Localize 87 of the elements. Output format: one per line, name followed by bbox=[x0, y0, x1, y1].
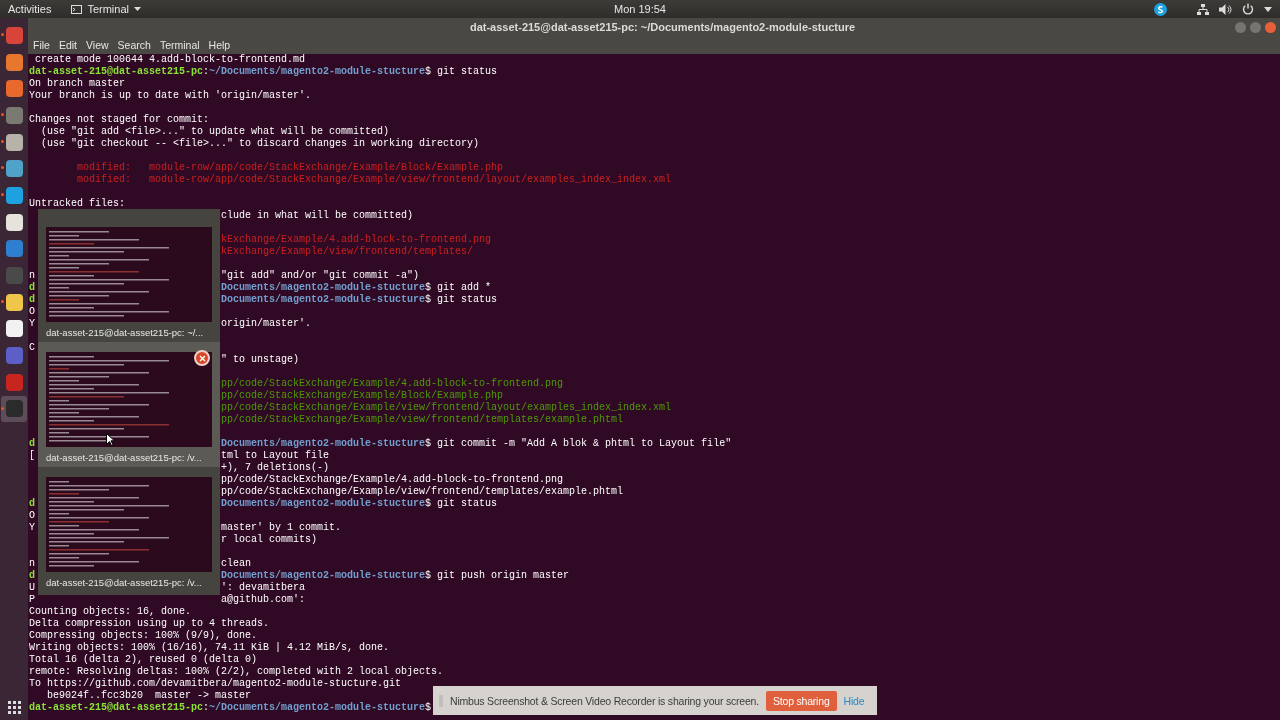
terminal-text: d bbox=[29, 570, 35, 582]
terminal-line: (use "git checkout -- <file>..." to discard changes in working directory) bbox=[40, 138, 480, 149]
terminal-text: a@github.com': bbox=[221, 594, 306, 606]
terminal-text: C bbox=[29, 342, 35, 354]
terminal-line: Untracked files: bbox=[29, 198, 125, 209]
terminal-text: d bbox=[29, 294, 35, 306]
terminal-text: d bbox=[29, 498, 35, 510]
mouse-pointer-icon bbox=[106, 433, 115, 446]
chat-app-indicator-icon[interactable] bbox=[1154, 2, 1167, 16]
volume-icon[interactable] bbox=[1219, 3, 1232, 15]
power-icon[interactable] bbox=[1242, 3, 1254, 15]
terminal-text: O bbox=[29, 306, 35, 318]
terminal-line: create mode 100644 4.add-block-to-frontend.md bbox=[34, 54, 306, 65]
clock[interactable]: Mon 19:54 bbox=[614, 3, 666, 15]
terminal-icon bbox=[71, 4, 83, 14]
network-icon[interactable] bbox=[1197, 3, 1209, 15]
app-grid-button[interactable] bbox=[7, 701, 21, 714]
terminal-text: master' by 1 commit. bbox=[221, 522, 342, 534]
terminal-text: pp/code/StackExchange/Example/Block/Example.php bbox=[221, 390, 504, 402]
terminal-line: Compressing objects: 100% (9/9), done. bbox=[29, 630, 258, 641]
terminal-line: Counting objects: 16, done. bbox=[29, 606, 192, 617]
terminal-text: pp/code/StackExchange/Example/4.add-block-to-frontend.png bbox=[221, 378, 564, 390]
window-title: dat-asset-215@dat-asset215-pc: ~/Documents/magento2-module-stucture bbox=[469, 21, 856, 33]
menu-item[interactable]: File bbox=[33, 39, 50, 51]
terminal-text: "git add" and/or "git commit -a") bbox=[221, 270, 420, 282]
terminal-text: Documents/magento2-module-stucture$ git commit -m "Add A blok & phtml to Layout file" bbox=[221, 438, 732, 450]
terminal-line: Delta compression using up to 4 threads. bbox=[29, 618, 270, 629]
window-label: dat-asset-215@dat-asset215-pc: /v... bbox=[46, 452, 203, 463]
terminal-text: clude in what will be committed) bbox=[221, 210, 414, 222]
window-preview[interactable]: dat-asset-215@dat-asset215-pc: ~/... bbox=[38, 217, 220, 342]
caret-icon[interactable] bbox=[1264, 6, 1272, 12]
terminal-line: modified: module-row/app/code/StackExchange/Example/view/frontend/layout/examples_index_index.xml bbox=[76, 174, 672, 185]
terminal-text: n bbox=[29, 558, 35, 570]
window-preview[interactable]: dat-asset-215@dat-asset215-pc: /v... bbox=[38, 467, 220, 592]
terminal-line: Your branch is up to date with 'origin/master'. bbox=[29, 90, 312, 101]
terminal-text: r local commits) bbox=[221, 534, 318, 546]
terminal-text: pp/code/StackExchange/Example/4.add-block-to-frontend.png bbox=[221, 474, 564, 486]
terminal-text: origin/master'. bbox=[221, 318, 312, 330]
terminal-text: kExchange/Example/view/frontend/templates/ bbox=[221, 246, 474, 258]
terminal-text: " to unstage) bbox=[221, 354, 300, 366]
terminal-line: Changes not staged for commit: bbox=[29, 114, 210, 125]
terminal-text: Documents/magento2-module-stucture$ git add * bbox=[221, 282, 492, 294]
menu-item[interactable]: Search bbox=[117, 39, 151, 51]
caret-icon bbox=[134, 7, 141, 11]
terminal-text: d bbox=[29, 282, 35, 294]
terminal-text: [ bbox=[29, 450, 35, 462]
activities-button[interactable]: Activities bbox=[8, 3, 52, 15]
terminal-text: n bbox=[29, 270, 35, 282]
terminal-text: tml to Layout file bbox=[221, 450, 330, 462]
terminal-text: O bbox=[29, 510, 35, 522]
terminal-text: Documents/magento2-module-stucture$ git status bbox=[221, 294, 498, 306]
terminal-text: +), 7 deletions(-) bbox=[221, 462, 330, 474]
terminal-text: d bbox=[29, 438, 35, 450]
sharing-message: Nimbus Screenshot & Screen Video Recorder is sharing your screen. bbox=[450, 694, 759, 707]
close-button[interactable] bbox=[194, 350, 210, 366]
terminal-line: modified: module-row/app/code/StackExchange/Example/Block/Example.php bbox=[76, 162, 504, 173]
window-preview[interactable]: dat-asset-215@dat-asset215-pc: /v... bbox=[38, 342, 220, 467]
terminal-line: Writing objects: 100% (16/16), 74.11 KiB | 4.12 MiB/s, done. bbox=[29, 642, 390, 653]
window-label: dat-asset-215@dat-asset215-pc: /v... bbox=[46, 577, 203, 588]
terminal-text: U bbox=[29, 582, 35, 594]
menu-item[interactable]: Help bbox=[208, 39, 231, 51]
terminal-line: remote: Resolving deltas: 100% (2/2), completed with 2 local objects. bbox=[29, 666, 444, 677]
terminal-text: Y bbox=[29, 522, 35, 534]
menu-item[interactable]: View bbox=[86, 39, 109, 51]
terminal-text: pp/code/StackExchange/Example/view/frontend/templates/example.phtml bbox=[221, 414, 624, 426]
terminal-text: ': devamitbera bbox=[221, 582, 306, 594]
terminal-line: To https://github.com/devamitbera/magento2-module-stucture.git bbox=[29, 678, 402, 689]
terminal-text: kExchange/Example/4.add-block-to-frontend.png bbox=[221, 234, 492, 246]
terminal-text: Documents/magento2-module-stucture$ git status bbox=[221, 498, 498, 510]
app-menu[interactable]: Terminal bbox=[71, 3, 141, 15]
terminal-line: On branch master bbox=[29, 78, 125, 89]
terminal-text: clean bbox=[221, 558, 252, 570]
terminal-line: dat-asset-215@dat-asset215-pc:~/Documents/magento2-module-stucture$ bbox=[29, 702, 432, 713]
terminal-text: Y bbox=[29, 318, 35, 330]
stop-sharing-button[interactable]: Stop sharing bbox=[765, 690, 837, 711]
terminal-text: pp/code/StackExchange/Example/view/frontend/layout/examples_index_index.xml bbox=[221, 402, 672, 414]
menu-item[interactable]: Edit bbox=[58, 39, 77, 51]
close-icon bbox=[198, 354, 206, 362]
terminal-text: Documents/magento2-module-stucture$ git push origin master bbox=[221, 570, 570, 582]
terminal-line: be9024f..fcc3b20 master -> master bbox=[46, 690, 252, 701]
terminal-text: pp/code/StackExchange/Example/view/frontend/templates/example.phtml bbox=[221, 486, 624, 498]
window-label: dat-asset-215@dat-asset215-pc: ~/... bbox=[46, 327, 205, 338]
terminal-text: P bbox=[29, 594, 35, 606]
terminal-line: Total 16 (delta 2), reused 0 (delta 0) bbox=[29, 654, 258, 665]
terminal-line: dat-asset-215@dat-asset215-pc:~/Documents/magento2-module-stucture$ git status bbox=[29, 66, 498, 77]
terminal-line: (use "git add <file>..." to update what will be committed) bbox=[40, 126, 390, 137]
menu-item[interactable]: Terminal bbox=[159, 39, 200, 51]
